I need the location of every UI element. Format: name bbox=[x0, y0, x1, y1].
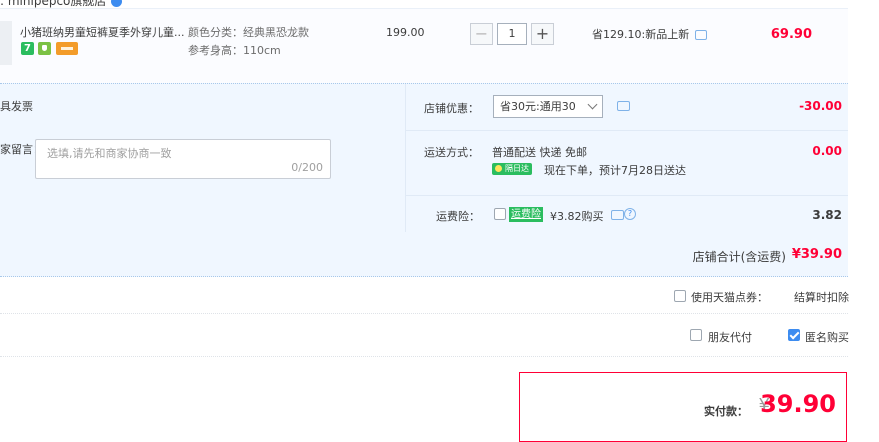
pay-amount: 39.90 bbox=[760, 390, 836, 418]
verified-icon bbox=[111, 0, 123, 7]
friend-pay-label: 朋友代付 bbox=[708, 331, 752, 344]
sku-color: 颜色分类：经典黑恐龙款 bbox=[188, 26, 309, 39]
memo-char-count: 0/200 bbox=[291, 161, 323, 174]
discount-text: 省129.10:新品上新 bbox=[592, 28, 690, 41]
coupon-label: 店铺优惠： bbox=[424, 102, 479, 115]
help-icon[interactable]: ? bbox=[624, 208, 636, 220]
coupon-row: 店铺优惠： 省30元:通用30 -30.00 bbox=[406, 84, 848, 131]
chat-icon[interactable] bbox=[695, 30, 708, 40]
shipping-row: 运送方式： 普通配送 快递 免邮 隔日达 现在下单，预计7月28日送达 0.00 bbox=[406, 131, 848, 196]
shipping-eta: 现在下单，预计7月28日送达 bbox=[544, 164, 686, 177]
product-sku: 颜色分类：经典黑恐龙款 参考身高：110cm bbox=[188, 24, 309, 60]
points-label: 使用天猫点券： bbox=[691, 291, 768, 304]
next-day-badge: 隔日达 bbox=[492, 163, 532, 175]
chevron-down-icon bbox=[587, 99, 598, 110]
line-total: 69.90 bbox=[770, 27, 812, 42]
shop-name[interactable]: : minipepco旗舰店 bbox=[0, 0, 106, 8]
buyer-options: 具发票 家留言： 选填,请先和商家协商一致 0/200 bbox=[0, 84, 406, 232]
credit-card-icon bbox=[56, 42, 78, 55]
shipping-amount: 0.00 bbox=[812, 144, 842, 158]
coupon-selected: 省30元:通用30 bbox=[500, 100, 576, 113]
seven-day-return-icon: 7 bbox=[21, 42, 34, 55]
shipping-label: 运送方式： bbox=[424, 146, 479, 159]
product-row: 小猪班纳男童短裤夏季外穿儿童... 7 颜色分类：经典黑恐龙款 参考身高：110… bbox=[0, 8, 848, 83]
shop-total-value: ¥39.90 bbox=[791, 247, 842, 262]
payment-summary: 实付款： ¥ 39.90 bbox=[519, 372, 847, 442]
points-checkbox[interactable] bbox=[674, 290, 686, 302]
quantity-input[interactable]: 1 bbox=[497, 23, 527, 45]
insurance-label: 运费险： bbox=[436, 210, 480, 223]
insurance-badge[interactable]: 运费险 bbox=[509, 207, 543, 222]
coupon-select[interactable]: 省30元:通用30 bbox=[493, 95, 603, 118]
message-icon[interactable] bbox=[611, 210, 624, 220]
decrease-quantity-button[interactable]: − bbox=[470, 23, 493, 45]
friend-pay-checkbox[interactable] bbox=[690, 329, 702, 341]
insurance-price: ¥3.82购买 bbox=[550, 210, 604, 223]
anonymous-label: 匿名购买 bbox=[805, 331, 849, 344]
sku-size: 参考身高：110cm bbox=[188, 44, 281, 57]
discount-info: 省129.10:新品上新 bbox=[592, 26, 708, 42]
increase-quantity-button[interactable]: + bbox=[531, 23, 554, 45]
memo-input[interactable]: 选填,请先和商家协商一致 0/200 bbox=[35, 139, 331, 179]
anonymous-checkbox[interactable] bbox=[788, 329, 800, 341]
unit-price: 199.00 bbox=[386, 26, 425, 39]
insurance-amount: 3.82 bbox=[812, 208, 842, 222]
product-title[interactable]: 小猪班纳男童短裤夏季外穿儿童... bbox=[20, 24, 185, 40]
shipping-method: 普通配送 快递 免邮 bbox=[492, 146, 587, 159]
insurance-checkbox[interactable] bbox=[494, 208, 506, 220]
message-icon[interactable] bbox=[617, 101, 630, 111]
shop-header: : minipepco旗舰店 bbox=[0, 0, 123, 8]
invoice-label[interactable]: 具发票 bbox=[0, 98, 33, 114]
divider bbox=[0, 356, 848, 358]
order-options: 具发票 家留言： 选填,请先和商家协商一致 0/200 店铺优惠： 省30元:通… bbox=[0, 83, 848, 232]
points-note: 结算时扣除 bbox=[794, 291, 849, 304]
insurance-row: 运费险： 运费险 ¥3.82购买 ? 3.82 bbox=[406, 196, 848, 232]
shop-total-bar: 店铺合计(含运费) ¥39.90 bbox=[0, 232, 848, 277]
product-thumbnail[interactable] bbox=[0, 21, 12, 65]
coupon-amount: -30.00 bbox=[799, 99, 842, 113]
pay-label: 实付款： bbox=[704, 405, 748, 418]
divider bbox=[0, 313, 848, 315]
memo-placeholder: 选填,请先和商家协商一致 bbox=[47, 147, 172, 160]
shop-total-label: 店铺合计(含运费) bbox=[692, 250, 786, 264]
guarantee-icon bbox=[38, 42, 51, 55]
